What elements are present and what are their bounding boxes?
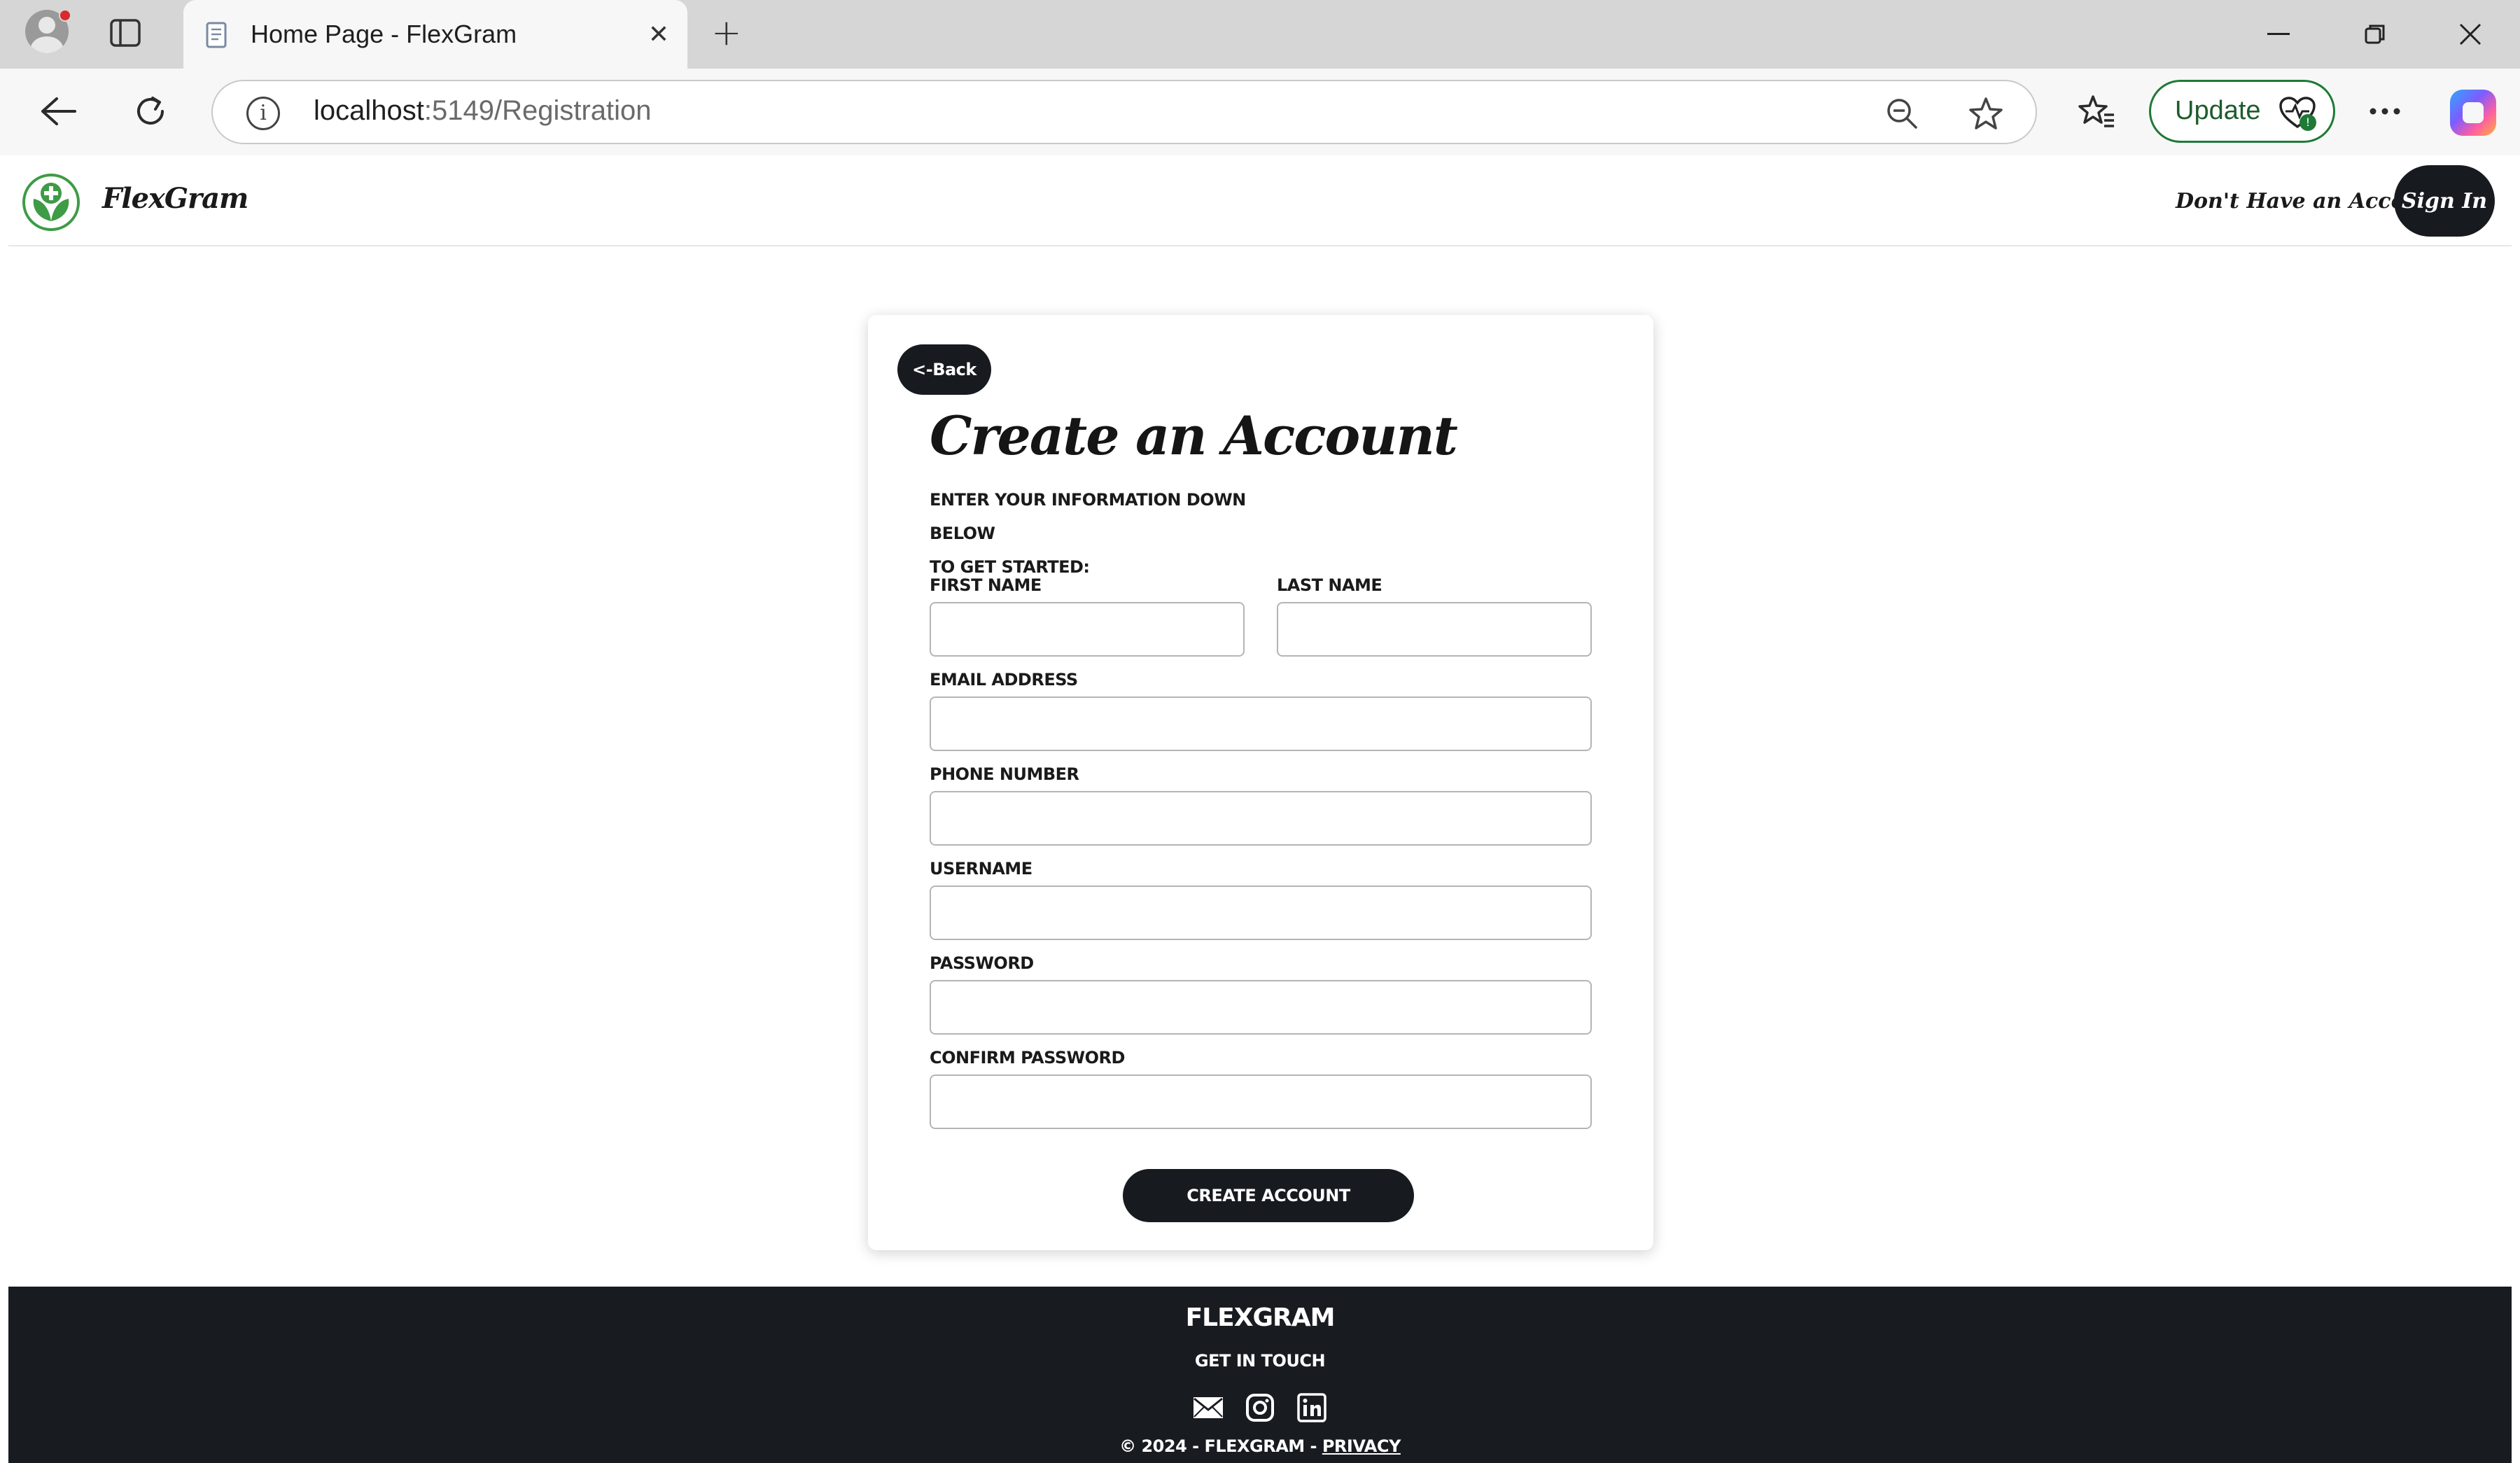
minimize-icon[interactable] <box>2261 17 2296 52</box>
favorites-icon[interactable] <box>2075 90 2118 133</box>
create-account-button[interactable]: Create Account <box>1123 1169 1414 1222</box>
favorite-star-icon[interactable] <box>1968 97 2003 132</box>
notification-dot-icon <box>59 9 71 22</box>
close-window-icon[interactable] <box>2453 17 2488 52</box>
page-title: Create an Account <box>930 405 1458 467</box>
site-header: FlexGram Don't Have an Account? Sign In <box>8 155 2512 246</box>
copilot-icon[interactable] <box>2450 90 2496 136</box>
tab-close-icon[interactable]: ✕ <box>648 21 669 49</box>
restore-icon[interactable] <box>2358 17 2393 52</box>
instagram-icon[interactable] <box>1244 1392 1276 1424</box>
last-name-field[interactable] <box>1277 602 1592 657</box>
site-info-icon[interactable]: i <box>246 97 280 130</box>
address-bar[interactable]: i localhost:5149/Registration <box>211 80 2037 144</box>
email-label: Email Address <box>930 670 1078 690</box>
browser-toolbar: i localhost:5149/Registration Update ! <box>0 69 2520 155</box>
form-subtitle: Enter your information down below to get… <box>930 490 1246 577</box>
phone-label: Phone Number <box>930 764 1079 784</box>
copyright-line: © 2024 - FLEXGRAM - PRIVACY <box>1119 1436 1401 1456</box>
sign-in-button[interactable]: Sign In <box>2394 165 2495 237</box>
password-label: Password <box>930 953 1034 973</box>
update-button[interactable]: Update ! <box>2149 80 2335 143</box>
back-arrow-icon[interactable] <box>36 90 80 133</box>
tab-actions-icon[interactable] <box>109 18 141 48</box>
flexgram-logo-icon[interactable] <box>22 174 80 231</box>
footer-brand: FLEXGRAM <box>1185 1303 1336 1332</box>
update-badge-icon: ! <box>2300 114 2316 131</box>
more-options-icon[interactable] <box>2363 90 2407 133</box>
reload-icon[interactable] <box>129 90 172 133</box>
username-field[interactable] <box>930 886 1592 940</box>
site-footer: FLEXGRAM GET IN TOUCH © 2024 - FLEXGRAM … <box>8 1287 2512 1463</box>
confirm-password-label: Confirm Password <box>930 1048 1125 1068</box>
page-favicon-icon <box>203 21 231 49</box>
first-name-label: First Name <box>930 575 1042 595</box>
email-field[interactable] <box>930 696 1592 751</box>
browser-tab-active[interactable]: Home Page - FlexGram ✕ <box>183 0 687 69</box>
brand-name[interactable]: FlexGram <box>102 182 248 215</box>
social-links <box>1191 1392 1329 1427</box>
linkedin-icon[interactable] <box>1296 1392 1328 1424</box>
windows-activation-watermark: Activate Windows Go to Settings to activ… <box>1924 1156 2366 1238</box>
last-name-label: Last Name <box>1277 575 1382 595</box>
url-text[interactable]: localhost:5149/Registration <box>314 95 652 127</box>
back-button[interactable]: <-Back <box>897 344 991 395</box>
registration-card: <-Back Create an Account Enter your info… <box>868 315 1653 1250</box>
confirm-password-field[interactable] <box>930 1074 1592 1129</box>
tab-title: Home Page - FlexGram <box>251 20 517 48</box>
first-name-field[interactable] <box>930 602 1245 657</box>
email-icon[interactable] <box>1192 1392 1224 1424</box>
page-viewport: FlexGram Don't Have an Account? Sign In … <box>8 155 2512 1463</box>
zoom-out-icon[interactable] <box>1884 97 1919 132</box>
phone-field[interactable] <box>930 791 1592 846</box>
password-field[interactable] <box>930 980 1592 1035</box>
new-tab-icon[interactable]: + <box>711 15 742 51</box>
browser-tab-strip: Home Page - FlexGram ✕ + <box>0 0 2520 69</box>
privacy-link[interactable]: PRIVACY <box>1322 1436 1401 1456</box>
get-in-touch-heading: GET IN TOUCH <box>1194 1351 1326 1371</box>
username-label: Username <box>930 859 1032 878</box>
